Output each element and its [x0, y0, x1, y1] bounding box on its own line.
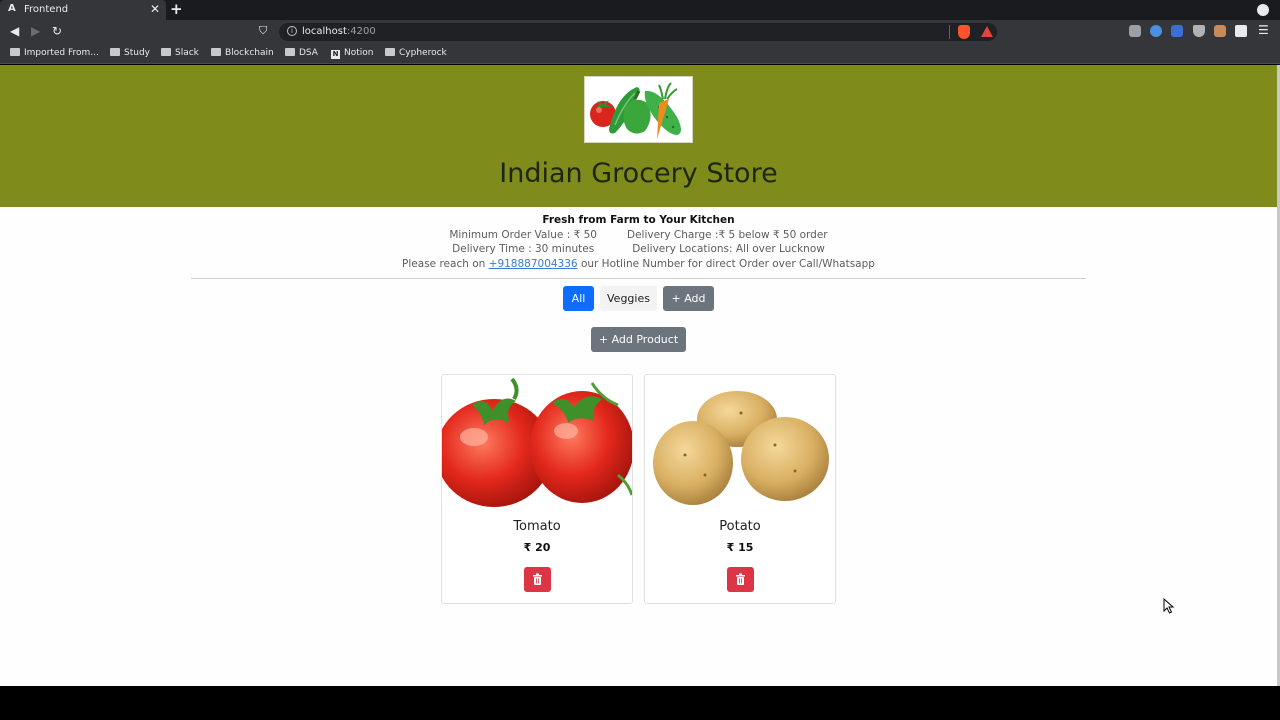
delivery-locations-text: Delivery Locations: All over Lucknow	[632, 243, 825, 255]
site-info-icon[interactable]: i	[287, 26, 297, 36]
product-price: ₹ 20	[523, 541, 551, 554]
product-card: Potato ₹ 15	[644, 374, 836, 604]
reload-button[interactable]: ↻	[52, 24, 62, 38]
tagline: Fresh from Farm to Your Kitchen	[542, 214, 735, 226]
delete-product-button[interactable]	[727, 567, 754, 592]
bookmark-notion[interactable]: N Notion	[331, 48, 373, 59]
delivery-time-text: Delivery Time : 30 minutes	[452, 243, 595, 255]
folder-icon	[211, 48, 221, 56]
bookmark-folder[interactable]: Study	[110, 48, 150, 58]
add-category-button[interactable]: + Add	[663, 286, 714, 311]
folder-icon	[385, 48, 395, 56]
folder-icon	[110, 48, 120, 56]
min-order-text: Minimum Order Value : ₹ 50	[449, 229, 597, 241]
divider	[191, 278, 1086, 279]
bookmark-folder[interactable]: Blockchain	[211, 48, 274, 58]
screen-bottom-bar	[0, 686, 1280, 720]
bookmark-icon[interactable]: ⛉	[259, 24, 267, 38]
browser-tab[interactable]: A Frontend ✕	[0, 0, 166, 20]
bookmark-folder[interactable]: Imported From...	[10, 48, 99, 58]
close-tab-icon[interactable]: ✕	[150, 2, 160, 16]
extension-icon[interactable]	[1214, 25, 1226, 37]
shield-extension-icon[interactable]	[1193, 25, 1205, 37]
new-tab-button[interactable]: +	[170, 0, 183, 18]
product-name: Tomato	[513, 519, 561, 534]
delete-product-button[interactable]	[524, 567, 551, 592]
profile-icon[interactable]	[1257, 4, 1269, 16]
folder-icon	[285, 48, 295, 56]
extension-icon[interactable]	[1129, 25, 1141, 37]
url-text: localhost:4200	[302, 26, 376, 37]
page-content: Indian Grocery Store Fresh from Farm to …	[0, 65, 1277, 686]
product-price: ₹ 15	[726, 541, 754, 554]
store-header: Indian Grocery Store	[0, 65, 1277, 207]
hotline-line: Please reach on +918887004336 our Hotlin…	[402, 258, 875, 270]
brave-shields-icon[interactable]	[958, 25, 970, 39]
filter-veggies-button[interactable]: Veggies	[600, 286, 657, 311]
product-name: Potato	[719, 519, 761, 534]
page-title: Indian Grocery Store	[499, 158, 778, 189]
vegetables-logo	[584, 76, 693, 143]
delivery-charge-text: Delivery Charge :₹ 5 below ₹ 50 order	[626, 229, 828, 241]
back-button[interactable]: ◀	[10, 24, 19, 38]
bookmark-folder[interactable]: Slack	[161, 48, 199, 58]
folder-icon	[10, 48, 20, 56]
bookmark-folder[interactable]: DSA	[285, 48, 318, 58]
puzzle-extensions-icon[interactable]	[1235, 25, 1247, 37]
brave-rewards-icon[interactable]	[981, 26, 993, 37]
angular-favicon-icon: A	[8, 3, 16, 14]
bookmarks-bar: Imported From... Study Slack Blockchain …	[0, 44, 1280, 64]
vegetables-logo-icon	[590, 82, 681, 139]
trash-icon	[736, 573, 745, 585]
menu-icon[interactable]: ☰	[1258, 23, 1269, 37]
address-bar[interactable]: i localhost:4200	[279, 23, 997, 41]
trash-icon	[533, 573, 542, 585]
browser-tabstrip: A Frontend ✕ +	[0, 0, 1280, 20]
info-line: Minimum Order Value : ₹ 50 Delivery Charg…	[0, 229, 1277, 241]
omnibox-divider	[949, 25, 950, 39]
tab-title: Frontend	[24, 4, 69, 15]
notion-icon: N	[331, 50, 340, 59]
info-line: Delivery Time : 30 minutes Delivery Locat…	[0, 243, 1277, 255]
extension-icon[interactable]	[1150, 25, 1162, 37]
hotline-link[interactable]: +918887004336	[489, 258, 578, 270]
add-product-button[interactable]: + Add Product	[591, 327, 686, 352]
potato-image	[645, 375, 835, 510]
folder-icon	[161, 48, 171, 56]
bookmark-folder[interactable]: Cypherock	[385, 48, 447, 58]
extension-icon[interactable]	[1171, 25, 1183, 37]
filter-all-button[interactable]: All	[563, 286, 594, 311]
browser-toolbar: ◀ ▶ ↻ ⛉ i localhost:4200 ☰	[0, 20, 1280, 44]
product-card: Tomato ₹ 20	[441, 374, 633, 604]
forward-button[interactable]: ▶	[31, 24, 40, 38]
tomato-image	[442, 375, 632, 510]
mouse-cursor-icon	[1163, 598, 1175, 614]
